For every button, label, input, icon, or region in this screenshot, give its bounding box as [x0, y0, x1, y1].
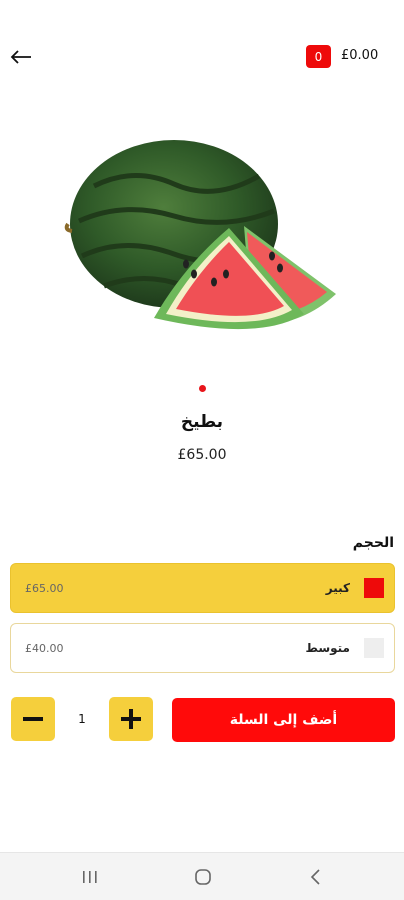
- add-to-cart-button[interactable]: أضف إلى السلة: [172, 698, 395, 742]
- pager-dot[interactable]: [198, 385, 206, 392]
- plus-icon: [121, 709, 141, 729]
- size-option-medium[interactable]: £40.00 متوسط: [10, 623, 395, 673]
- option-label: متوسط: [305, 641, 350, 655]
- cart-total: £0.00: [341, 48, 379, 63]
- system-back-button[interactable]: [303, 865, 329, 889]
- arrow-left-icon: [10, 50, 31, 64]
- checkbox-checked[interactable]: [364, 578, 384, 598]
- option-label-group: متوسط: [305, 638, 384, 658]
- back-button[interactable]: [8, 44, 34, 70]
- system-navigation-bar: [0, 852, 404, 900]
- checkbox-unchecked[interactable]: [364, 638, 384, 658]
- product-image: [54, 96, 350, 368]
- decrease-quantity-button[interactable]: [11, 697, 55, 741]
- home-button[interactable]: [190, 865, 216, 889]
- size-section-title: الحجم: [352, 535, 394, 551]
- product-name: بطيخ: [180, 412, 224, 432]
- recent-apps-icon: [83, 871, 97, 883]
- option-price: £40.00: [25, 641, 64, 655]
- option-label-group: كبير: [326, 578, 384, 598]
- home-icon: [195, 869, 211, 885]
- option-label: كبير: [325, 581, 350, 595]
- back-chevron-icon: [310, 869, 320, 885]
- watermelon-image: [64, 140, 336, 330]
- option-price: £65.00: [25, 581, 64, 595]
- cart-count-badge[interactable]: 0: [306, 45, 331, 68]
- recent-apps-button[interactable]: [77, 865, 103, 889]
- increase-quantity-button[interactable]: [109, 697, 153, 741]
- quantity-value: 1: [78, 712, 86, 726]
- image-pager: [0, 385, 404, 392]
- product-price: £65.00: [177, 447, 227, 463]
- size-option-large[interactable]: £65.00 كبير: [10, 563, 395, 613]
- minus-icon: [23, 717, 43, 721]
